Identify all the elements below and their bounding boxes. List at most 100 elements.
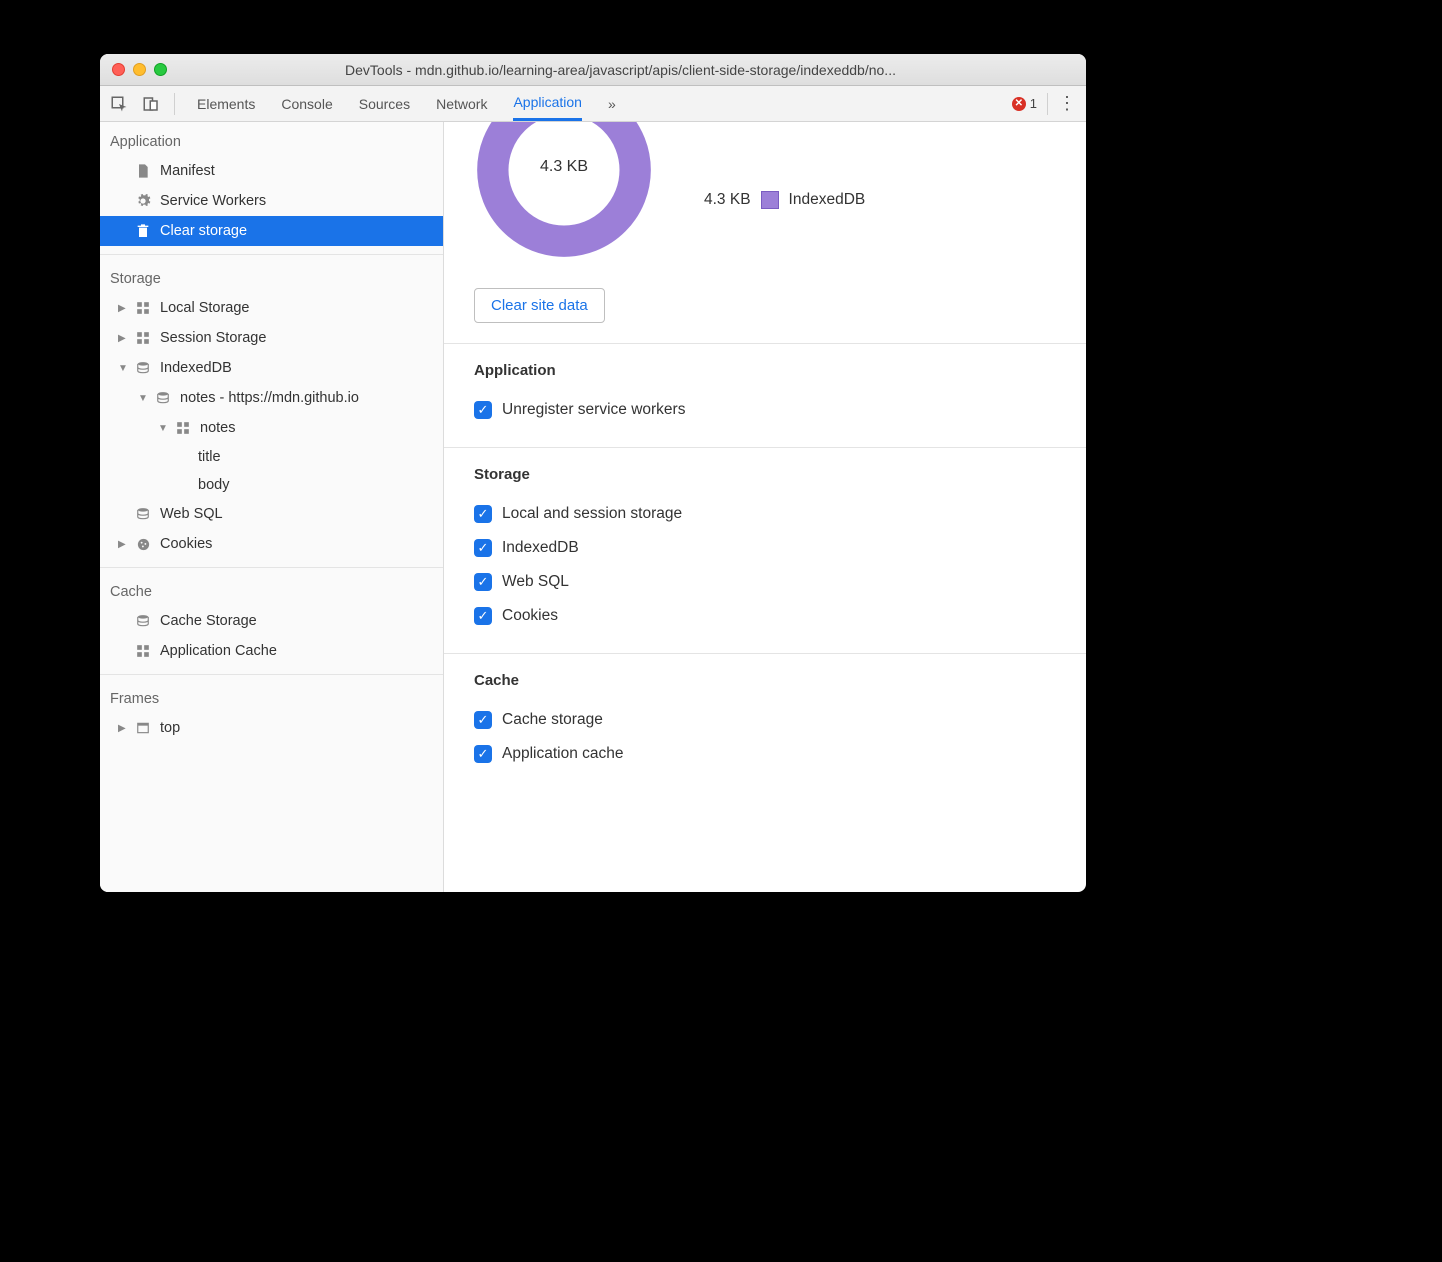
legend-swatch-icon: [761, 191, 779, 209]
sidebar-item-cookies[interactable]: ▶ Cookies: [100, 529, 443, 559]
check-label: Cache storage: [502, 711, 603, 729]
checkbox-checked-icon[interactable]: ✓: [474, 573, 492, 591]
traffic-lights: [112, 63, 167, 76]
sidebar-item-indexeddb-database[interactable]: ▼ notes - https://mdn.github.io: [100, 383, 443, 413]
window-title: DevTools - mdn.github.io/learning-area/j…: [167, 62, 1074, 78]
inspect-icon[interactable]: [110, 95, 128, 113]
grid-icon: [134, 299, 152, 317]
clear-site-data-button[interactable]: Clear site data: [474, 288, 605, 323]
legend-label: IndexedDB: [789, 191, 866, 209]
check-local-session[interactable]: ✓ Local and session storage: [474, 497, 1056, 531]
cookie-icon: [134, 535, 152, 553]
sidebar-item-cache-storage[interactable]: Cache Storage: [100, 606, 443, 636]
error-badge[interactable]: ✕ 1: [1012, 96, 1037, 111]
maximize-window-button[interactable]: [154, 63, 167, 76]
database-icon: [134, 612, 152, 630]
tab-application[interactable]: Application: [513, 86, 582, 121]
document-icon: [134, 162, 152, 180]
section-storage: Storage ✓ Local and session storage ✓ In…: [444, 447, 1086, 653]
chevron-right-icon: ▶: [118, 723, 128, 734]
titlebar: DevTools - mdn.github.io/learning-area/j…: [100, 54, 1086, 86]
chevron-down-icon: ▼: [158, 423, 168, 434]
error-count: 1: [1030, 96, 1037, 111]
toolbar-right: ✕ 1 ⋮: [1012, 93, 1076, 115]
check-cookies[interactable]: ✓ Cookies: [474, 599, 1056, 633]
sidebar-item-application-cache[interactable]: Application Cache: [100, 636, 443, 666]
check-cache-storage[interactable]: ✓ Cache storage: [474, 703, 1056, 737]
sidebar-section-frames-title: Frames: [100, 679, 443, 713]
check-unregister-sw[interactable]: ✓ Unregister service workers: [474, 393, 1056, 427]
check-label: IndexedDB: [502, 539, 579, 557]
donut-chart-icon: [470, 122, 658, 264]
sidebar-item-label: body: [198, 477, 229, 493]
check-indexeddb[interactable]: ✓ IndexedDB: [474, 531, 1056, 565]
gear-icon: [134, 192, 152, 210]
frame-icon: [134, 719, 152, 737]
sidebar-item-websql[interactable]: Web SQL: [100, 499, 443, 529]
sidebar-item-manifest[interactable]: Manifest: [100, 156, 443, 186]
section-title: Cache: [474, 672, 1056, 689]
tab-console[interactable]: Console: [281, 86, 332, 121]
database-icon: [134, 359, 152, 377]
check-label: Application cache: [502, 745, 624, 763]
chevron-right-icon: ▶: [118, 333, 128, 344]
settings-menu-icon[interactable]: ⋮: [1058, 93, 1076, 114]
close-window-button[interactable]: [112, 63, 125, 76]
trash-icon: [134, 222, 152, 240]
checkbox-checked-icon[interactable]: ✓: [474, 607, 492, 625]
usage-total: 4.3 KB: [540, 158, 588, 176]
sidebar-item-local-storage[interactable]: ▶ Local Storage: [100, 293, 443, 323]
section-title: Application: [474, 362, 1056, 379]
check-label: Local and session storage: [502, 505, 682, 523]
sidebar-item-indexeddb-store[interactable]: ▼ notes: [100, 413, 443, 443]
sidebar-item-label: Application Cache: [160, 643, 277, 659]
sidebar-item-indexeddb-field-body[interactable]: body: [100, 471, 443, 499]
sidebar-item-session-storage[interactable]: ▶ Session Storage: [100, 323, 443, 353]
sidebar-item-label: Cookies: [160, 536, 212, 552]
checkbox-checked-icon[interactable]: ✓: [474, 505, 492, 523]
sidebar-item-indexeddb-field-title[interactable]: title: [100, 443, 443, 471]
sidebar-section-cache-title: Cache: [100, 572, 443, 606]
tab-sources[interactable]: Sources: [359, 86, 410, 121]
sidebar-item-label: Manifest: [160, 163, 215, 179]
sidebar-item-clear-storage[interactable]: Clear storage: [100, 216, 443, 246]
error-icon: ✕: [1012, 97, 1026, 111]
check-websql[interactable]: ✓ Web SQL: [474, 565, 1056, 599]
application-sidebar: Application Manifest Service Workers Cle…: [100, 122, 444, 892]
chevron-down-icon: ▼: [138, 393, 148, 404]
sidebar-item-label: notes: [200, 420, 235, 436]
sidebar-item-top-frame[interactable]: ▶ top: [100, 713, 443, 743]
tab-elements[interactable]: Elements: [197, 86, 255, 121]
clear-button-row: Clear site data: [444, 288, 1086, 343]
sidebar-item-label: Web SQL: [160, 506, 223, 522]
sidebar-item-service-workers[interactable]: Service Workers: [100, 186, 443, 216]
grid-icon: [174, 419, 192, 437]
device-toggle-icon[interactable]: [142, 95, 160, 113]
grid-icon: [134, 329, 152, 347]
grid-icon: [134, 642, 152, 660]
tab-network[interactable]: Network: [436, 86, 487, 121]
chevron-right-icon: ▶: [118, 539, 128, 550]
check-label: Unregister service workers: [502, 401, 685, 419]
chevron-right-icon: ▶: [118, 303, 128, 314]
sidebar-item-indexeddb[interactable]: ▼ IndexedDB: [100, 353, 443, 383]
devtools-toolbar: Elements Console Sources Network Applica…: [100, 86, 1086, 122]
devtools-tabs: Elements Console Sources Network Applica…: [197, 86, 998, 121]
legend-value: 4.3 KB: [704, 191, 751, 209]
checkbox-checked-icon[interactable]: ✓: [474, 745, 492, 763]
sidebar-section-storage-title: Storage: [100, 259, 443, 293]
checkbox-checked-icon[interactable]: ✓: [474, 711, 492, 729]
database-icon: [154, 389, 172, 407]
sidebar-item-label: Service Workers: [160, 193, 266, 209]
usage-legend: 4.3 KB IndexedDB: [704, 191, 865, 209]
devtools-window: DevTools - mdn.github.io/learning-area/j…: [100, 54, 1086, 892]
check-application-cache[interactable]: ✓ Application cache: [474, 737, 1056, 771]
sidebar-item-label: Session Storage: [160, 330, 266, 346]
checkbox-checked-icon[interactable]: ✓: [474, 539, 492, 557]
sidebar-item-label: Local Storage: [160, 300, 249, 316]
usage-chart-row: 4.3 KB 4.3 KB IndexedDB: [444, 122, 1086, 288]
checkbox-checked-icon[interactable]: ✓: [474, 401, 492, 419]
tab-overflow[interactable]: »: [608, 86, 616, 121]
minimize-window-button[interactable]: [133, 63, 146, 76]
database-icon: [134, 505, 152, 523]
